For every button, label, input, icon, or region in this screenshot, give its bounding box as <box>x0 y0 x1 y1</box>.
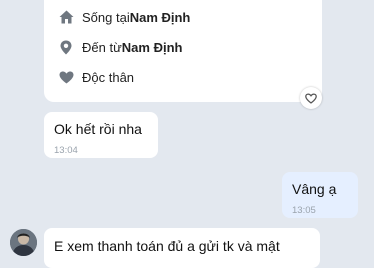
location-pin-icon <box>58 39 74 55</box>
message-text: Ok hết rồi nha <box>54 121 142 137</box>
message-text: E xem thanh toán đủ a gửi tk và mật <box>54 238 280 254</box>
message-bubble-received[interactable]: Ok hết rồi nha 13:04 <box>44 112 158 158</box>
message-time: 13:05 <box>292 205 316 216</box>
message-bubble-sent[interactable]: Vâng ạ 13:05 <box>282 172 358 218</box>
info-value: Nam Định <box>129 9 191 25</box>
info-row-lives-in: Sống tại Nam Định <box>58 9 190 25</box>
info-row-from: Đến từ Nam Định <box>58 39 182 55</box>
heart-icon <box>58 69 74 85</box>
heart-outline-icon <box>305 92 317 104</box>
avatar[interactable] <box>10 229 37 256</box>
message-text: Vâng ạ <box>292 181 337 197</box>
info-value: Độc thân <box>82 69 135 85</box>
message-time: 13:04 <box>54 145 78 156</box>
info-prefix: Đến từ <box>82 39 122 55</box>
info-value: Nam Định <box>121 39 183 55</box>
home-icon <box>58 9 74 25</box>
info-prefix: Sống tại <box>82 9 130 25</box>
react-heart-button[interactable] <box>300 87 322 109</box>
message-bubble-received[interactable]: E xem thanh toán đủ a gửi tk và mật <box>44 228 320 268</box>
info-row-relationship: Độc thân <box>58 69 134 85</box>
